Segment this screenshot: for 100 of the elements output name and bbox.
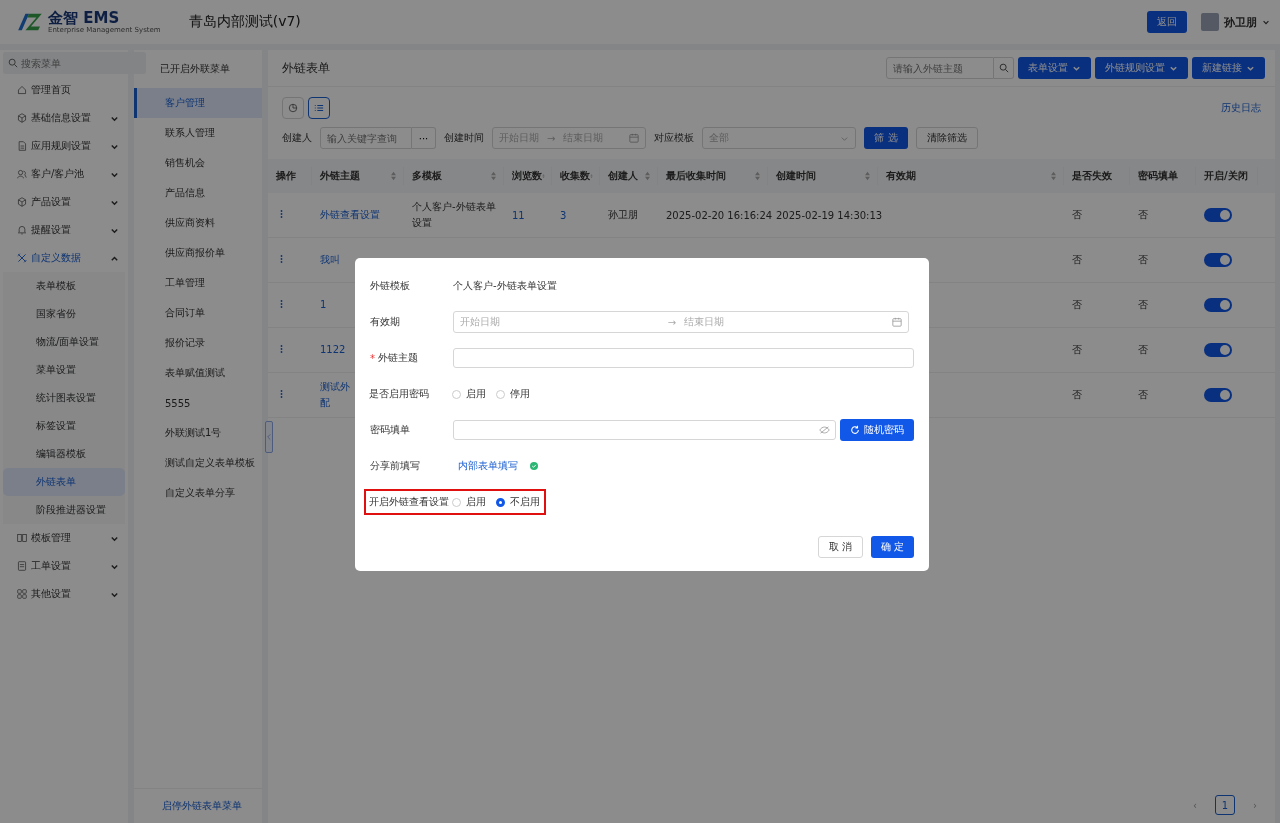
menu-item[interactable]: 测试自定义表单模板 xyxy=(134,448,262,478)
view-toggle[interactable] xyxy=(308,97,330,119)
sidebar-item[interactable]: 提醒设置 xyxy=(3,216,125,244)
password-field[interactable] xyxy=(453,420,836,440)
menu-item[interactable]: 产品信息 xyxy=(134,178,262,208)
menu-item[interactable]: 表单赋值测试 xyxy=(134,358,262,388)
search-icon[interactable] xyxy=(998,63,1009,73)
toggle-menu-link[interactable]: 启停外链表单菜单 xyxy=(162,799,242,813)
sidebar-item[interactable]: 应用规则设置 xyxy=(3,132,125,160)
menu-item[interactable]: 5555 xyxy=(134,388,262,418)
toggle-switch[interactable] xyxy=(1204,208,1232,222)
back-button[interactable]: 返回 xyxy=(1147,11,1187,33)
sidebar-subitem[interactable]: 表单模板 xyxy=(3,272,125,300)
sidebar-item[interactable]: 客户/客户池 xyxy=(3,160,125,188)
menu-item[interactable]: 供应商报价单 xyxy=(134,238,262,268)
filter-button[interactable]: 筛 选 xyxy=(864,127,908,149)
table-cell: 否 xyxy=(1138,299,1148,310)
page-button[interactable]: 1 xyxy=(1215,795,1235,815)
menu-item[interactable]: 外联测试1号 xyxy=(134,418,262,448)
menu-icon xyxy=(17,253,27,263)
creator-field[interactable]: 输入关键字查询 xyxy=(320,127,412,149)
sort-icon xyxy=(864,171,871,181)
radio-option[interactable]: 启用 xyxy=(452,495,486,509)
sidebar-item[interactable]: 产品设置 xyxy=(3,188,125,216)
sidebar-item[interactable]: 自定义数据 xyxy=(3,244,125,272)
eye-off-icon[interactable] xyxy=(819,426,830,434)
clear-filter-button[interactable]: 清除筛选 xyxy=(915,127,978,149)
sidebar-subitem[interactable]: 统计图表设置 xyxy=(3,384,125,412)
column-header[interactable]: 创建时间 xyxy=(768,167,878,185)
more-vertical-icon[interactable] xyxy=(280,254,283,264)
column-header[interactable]: 有效期 xyxy=(878,167,1064,185)
random-password-button[interactable]: 随机密码 xyxy=(840,419,914,441)
menu-item[interactable]: 自定义表单分享 xyxy=(134,478,262,508)
radio-option[interactable]: 不启用 xyxy=(496,495,540,509)
sidebar-subitem[interactable]: 菜单设置 xyxy=(3,356,125,384)
column-header[interactable]: 收集数 xyxy=(552,167,600,185)
sidebar-subitem[interactable]: 阶段推进器设置 xyxy=(3,496,125,524)
collapse-handle[interactable] xyxy=(265,421,273,453)
link-subject[interactable]: 测试外配 xyxy=(320,379,350,411)
table-cell: 否 xyxy=(1072,299,1082,310)
menu-item[interactable]: 报价记录 xyxy=(134,328,262,358)
column-header[interactable]: 多模板 xyxy=(404,167,504,185)
radio-option[interactable]: 停用 xyxy=(496,387,530,401)
link-subject[interactable]: 1122 xyxy=(320,342,350,358)
sort-icon xyxy=(490,171,497,181)
column-header[interactable]: 最后收集时间 xyxy=(658,167,768,185)
column-header[interactable]: 浏览数 xyxy=(504,167,552,185)
menu-icon xyxy=(17,169,27,179)
internal-form-link[interactable]: 内部表单填写 xyxy=(458,459,518,473)
toggle-switch[interactable] xyxy=(1204,343,1232,357)
more-vertical-icon[interactable] xyxy=(280,344,283,354)
more-button[interactable]: ··· xyxy=(412,127,436,149)
sidebar-item[interactable]: 基础信息设置 xyxy=(3,104,125,132)
refresh-icon xyxy=(850,425,860,435)
sidebar-subitem[interactable]: 标签设置 xyxy=(3,412,125,440)
more-vertical-icon[interactable] xyxy=(280,389,283,399)
sidebar-subitem[interactable]: 国家省份 xyxy=(3,300,125,328)
toggle-switch[interactable] xyxy=(1204,298,1232,312)
page-title: 外链表单 xyxy=(282,59,331,77)
sidebar-item[interactable]: 模板管理 xyxy=(3,524,125,552)
link-subject[interactable]: 1 xyxy=(320,297,350,313)
link-subject[interactable]: 我叫 xyxy=(320,252,350,268)
user-name[interactable]: 孙卫朋 xyxy=(1224,14,1257,30)
panel-title: 已开启外联菜单 xyxy=(159,62,231,76)
column-header[interactable]: 创建人 xyxy=(600,167,658,185)
more-vertical-icon[interactable] xyxy=(280,209,283,219)
search-field[interactable]: 请输入外链主题 xyxy=(886,57,994,79)
sidebar-item[interactable]: 工单设置 xyxy=(3,552,125,580)
radio-option[interactable]: 启用 xyxy=(452,387,486,401)
dropdown-button[interactable]: 表单设置 xyxy=(1018,57,1091,79)
link-subject[interactable]: 外链查看设置 xyxy=(320,208,396,222)
menu-item[interactable]: 合同订单 xyxy=(134,298,262,328)
menu-item[interactable]: 客户管理 xyxy=(134,88,262,118)
history-log-link[interactable]: 历史日志 xyxy=(1221,101,1261,115)
menu-item[interactable]: 销售机会 xyxy=(134,148,262,178)
sidebar-subitem[interactable]: 物流/面单设置 xyxy=(3,328,125,356)
cancel-button[interactable]: 取 消 xyxy=(817,536,863,558)
menu-item[interactable]: 工单管理 xyxy=(134,268,262,298)
table-cell[interactable]: 11 xyxy=(512,209,525,221)
calendar-icon xyxy=(629,133,640,143)
table-cell: 否 xyxy=(1138,344,1148,355)
table-cell[interactable]: 3 xyxy=(560,209,567,221)
toggle-switch[interactable] xyxy=(1204,388,1232,402)
dropdown-button[interactable]: 新建链接 xyxy=(1192,57,1265,79)
menu-item[interactable]: 供应商资料 xyxy=(134,208,262,238)
toggle-switch[interactable] xyxy=(1204,253,1232,267)
menu-icon xyxy=(17,113,27,123)
more-vertical-icon[interactable] xyxy=(280,299,283,309)
form-label: 密码填单 xyxy=(370,423,411,437)
sidebar-item[interactable]: 管理首页 xyxy=(3,76,125,104)
column-header[interactable]: 外链主题 xyxy=(312,167,404,185)
dropdown-button[interactable]: 外链规则设置 xyxy=(1095,57,1188,79)
menu-item[interactable]: 联系人管理 xyxy=(134,118,262,148)
sidebar-subitem[interactable]: 外链表单 xyxy=(3,468,125,496)
chevron-icon[interactable] xyxy=(1262,18,1270,26)
sidebar-subitem[interactable]: 编辑器模板 xyxy=(3,440,125,468)
sidebar-item[interactable]: 其他设置 xyxy=(3,580,125,608)
subject-input[interactable] xyxy=(453,348,914,368)
filter-label: 对应模板 xyxy=(654,131,695,145)
confirm-button[interactable]: 确 定 xyxy=(870,536,914,558)
